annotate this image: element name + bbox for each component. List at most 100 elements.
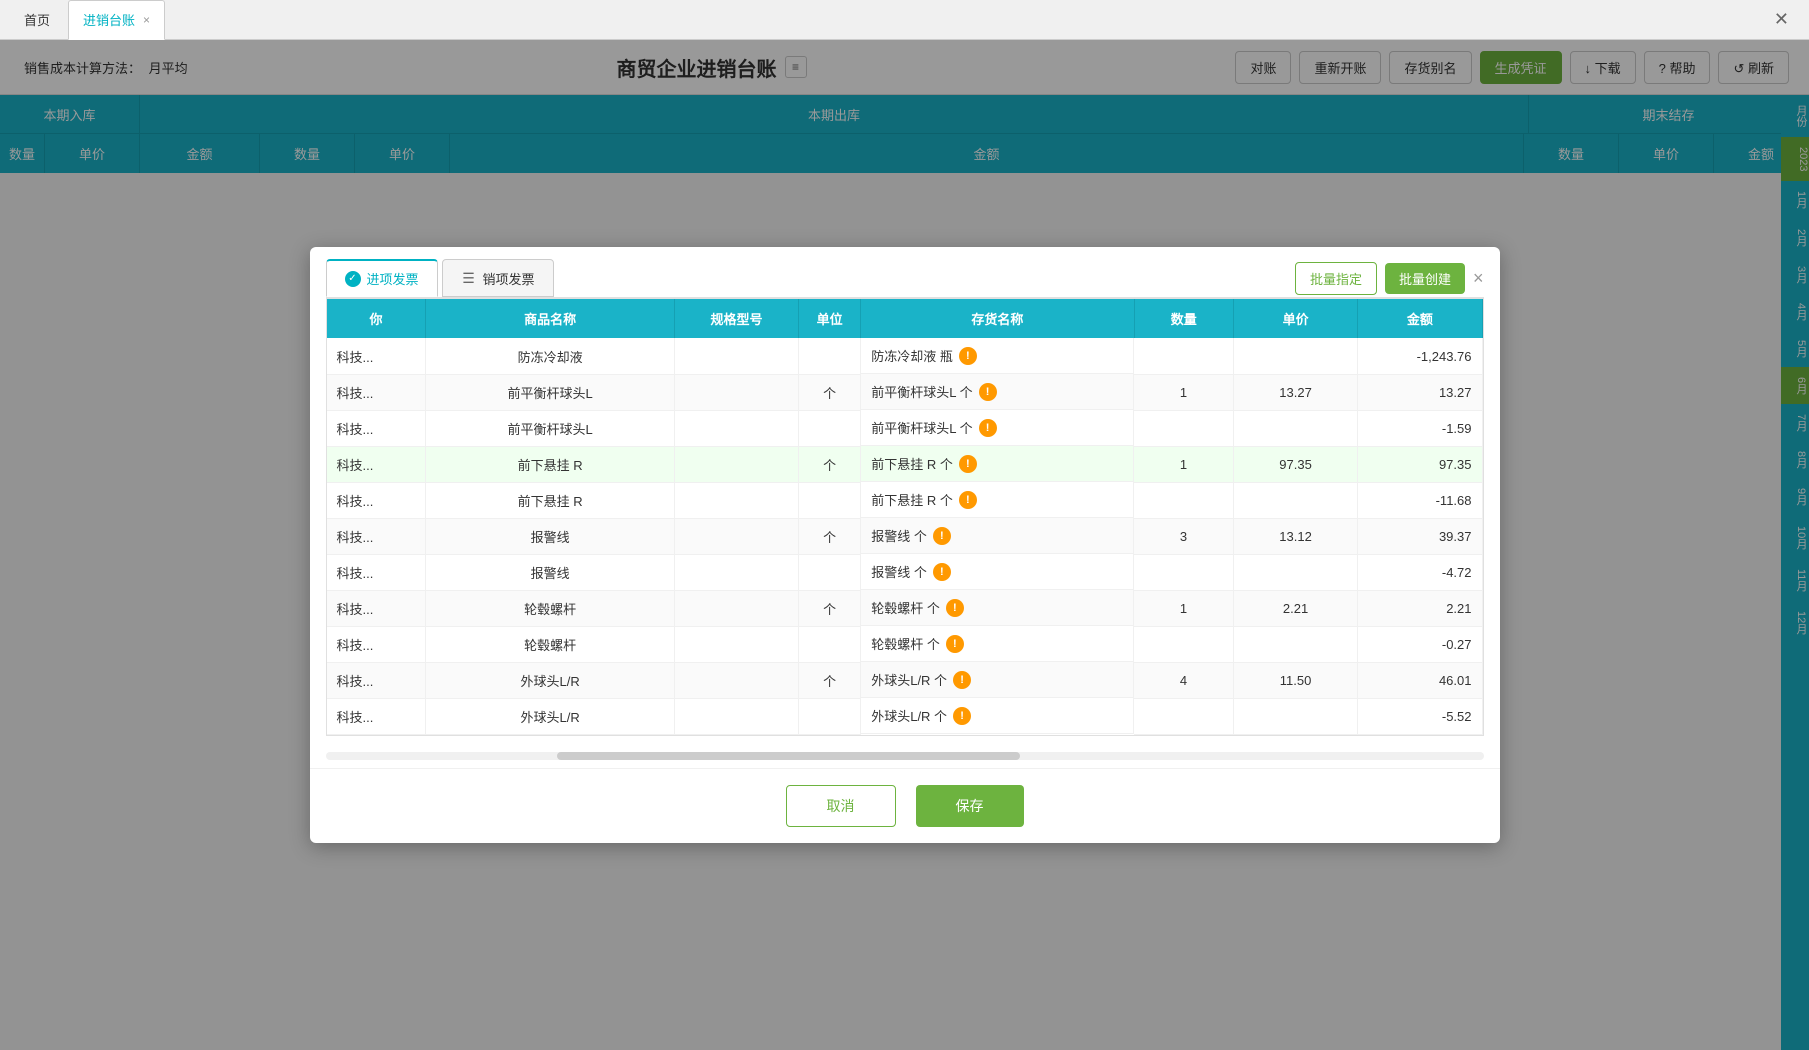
table-row[interactable]: 科技...前下悬挂 R个前下悬挂 R 个!197.3597.35 (327, 446, 1483, 482)
tab-purchase-invoice[interactable]: ✓ 进项发票 (326, 259, 438, 297)
table-row[interactable]: 科技...报警线个报警线 个!313.1239.37 (327, 518, 1483, 554)
cell-product: 报警线 (426, 518, 674, 554)
table-row[interactable]: 科技...外球头L/R个外球头L/R 个!411.5046.01 (327, 662, 1483, 698)
modal-overlay: ✓ 进项发票 ☰ 销项发票 批量指定 批量创建 × (0, 40, 1809, 1050)
cell-spec (674, 590, 798, 626)
cell-product: 前平衡杆球头L (426, 410, 674, 446)
modal-header-actions: 批量指定 批量创建 × (1295, 262, 1484, 295)
tab-sale-invoice[interactable]: ☰ 销项发票 (442, 259, 554, 297)
tab-active-label: 进销台账 (83, 10, 135, 29)
window-close-button[interactable]: ✕ (1764, 9, 1799, 30)
table-row[interactable]: 科技...前平衡杆球头L个前平衡杆球头L 个!113.2713.27 (327, 374, 1483, 410)
cell-spec (674, 518, 798, 554)
batch-create-button[interactable]: 批量创建 (1385, 263, 1465, 294)
modal-scrollbar[interactable] (326, 752, 1484, 760)
cell-qty (1134, 338, 1233, 374)
th-amount: 金额 (1358, 299, 1482, 338)
tab-active[interactable]: 进销台账 × (68, 0, 165, 40)
warn-icon: ! (979, 419, 997, 437)
cell-qty: 1 (1134, 446, 1233, 482)
cell-qty (1134, 554, 1233, 590)
modal-header: ✓ 进项发票 ☰ 销项发票 批量指定 批量创建 × (310, 247, 1500, 297)
cell-stock-name: 外球头L/R 个! (861, 662, 1134, 698)
stock-name-text: 报警线 个 (871, 562, 927, 581)
warn-icon: ! (953, 671, 971, 689)
cell-amount: -0.27 (1358, 626, 1482, 662)
tab-bar: 首页 进销台账 × ✕ (0, 0, 1809, 40)
stock-name-text: 外球头L/R 个 (871, 670, 947, 689)
cell-product: 前下悬挂 R (426, 446, 674, 482)
warn-icon: ! (959, 455, 977, 473)
cell-unit: 个 (799, 446, 861, 482)
cell-amount: -5.52 (1358, 698, 1482, 734)
sale-tab-label: 销项发票 (483, 269, 535, 288)
table-row[interactable]: 科技...轮毂螺杆个轮毂螺杆 个!12.212.21 (327, 590, 1483, 626)
warn-icon: ! (959, 347, 977, 365)
cell-product: 防冻冷却液 (426, 338, 674, 374)
cell-product: 轮毂螺杆 (426, 590, 674, 626)
cell-unit-price (1233, 554, 1357, 590)
tab-close-icon[interactable]: × (143, 13, 150, 27)
th-supplier: 你 (327, 299, 426, 338)
cell-product: 前下悬挂 R (426, 482, 674, 518)
cell-spec (674, 410, 798, 446)
stock-name-text: 轮毂螺杆 个 (871, 634, 940, 653)
modal-tabs: ✓ 进项发票 ☰ 销项发票 (326, 259, 554, 297)
cell-qty (1134, 698, 1233, 734)
table-row[interactable]: 科技...前下悬挂 R前下悬挂 R 个!-11.68 (327, 482, 1483, 518)
cancel-button[interactable]: 取消 (786, 785, 896, 827)
cell-qty: 3 (1134, 518, 1233, 554)
table-row[interactable]: 科技...防冻冷却液防冻冷却液 瓶!-1,243.76 (327, 338, 1483, 374)
th-qty: 数量 (1134, 299, 1233, 338)
modal-dialog: ✓ 进项发票 ☰ 销项发票 批量指定 批量创建 × (310, 247, 1500, 843)
warn-icon: ! (959, 491, 977, 509)
save-button[interactable]: 保存 (916, 785, 1024, 827)
cell-unit-price: 2.21 (1233, 590, 1357, 626)
cell-amount: -11.68 (1358, 482, 1482, 518)
cell-supplier: 科技... (327, 374, 426, 410)
cell-qty (1134, 410, 1233, 446)
stock-name-text: 前下悬挂 R 个 (871, 490, 953, 509)
batch-assign-button[interactable]: 批量指定 (1295, 262, 1377, 295)
cell-stock-name: 报警线 个! (861, 518, 1134, 554)
cell-spec (674, 698, 798, 734)
table-row[interactable]: 科技...轮毂螺杆轮毂螺杆 个!-0.27 (327, 626, 1483, 662)
table-row[interactable]: 科技...报警线报警线 个!-4.72 (327, 554, 1483, 590)
cell-supplier: 科技... (327, 518, 426, 554)
cell-supplier: 科技... (327, 554, 426, 590)
table-row[interactable]: 科技...前平衡杆球头L前平衡杆球头L 个!-1.59 (327, 410, 1483, 446)
cell-stock-name: 外球头L/R 个! (861, 698, 1134, 734)
purchase-tab-label: 进项发票 (367, 269, 419, 288)
warn-icon: ! (946, 599, 964, 617)
cell-qty: 1 (1134, 374, 1233, 410)
sale-tab-icon: ☰ (461, 270, 477, 286)
cell-qty: 4 (1134, 662, 1233, 698)
warn-icon: ! (946, 635, 964, 653)
cell-supplier: 科技... (327, 626, 426, 662)
cell-amount: -1,243.76 (1358, 338, 1482, 374)
modal-close-button[interactable]: × (1473, 268, 1484, 289)
cell-unit-price: 13.12 (1233, 518, 1357, 554)
cell-unit (799, 338, 861, 374)
stock-name-text: 报警线 个 (871, 526, 927, 545)
stock-name-text: 前下悬挂 R 个 (871, 454, 953, 473)
cell-supplier: 科技... (327, 590, 426, 626)
cell-unit-price: 11.50 (1233, 662, 1357, 698)
table-row[interactable]: 科技...外球头L/R外球头L/R 个!-5.52 (327, 698, 1483, 734)
modal-table-wrapper[interactable]: 你 商品名称 规格型号 单位 存货名称 数量 单价 金额 科技...防冻冷却液防… (326, 298, 1484, 736)
cell-stock-name: 前下悬挂 R 个! (861, 446, 1134, 482)
th-spec: 规格型号 (674, 299, 798, 338)
cell-qty (1134, 482, 1233, 518)
cell-unit (799, 410, 861, 446)
cell-supplier: 科技... (327, 338, 426, 374)
warn-icon: ! (979, 383, 997, 401)
cell-unit (799, 626, 861, 662)
cell-spec (674, 374, 798, 410)
tab-home[interactable]: 首页 (10, 0, 64, 40)
cell-stock-name: 轮毂螺杆 个! (861, 626, 1134, 662)
th-stock-name: 存货名称 (861, 299, 1134, 338)
cell-product: 报警线 (426, 554, 674, 590)
cell-unit (799, 482, 861, 518)
cell-stock-name: 前平衡杆球头L 个! (861, 410, 1134, 446)
cell-unit: 个 (799, 518, 861, 554)
